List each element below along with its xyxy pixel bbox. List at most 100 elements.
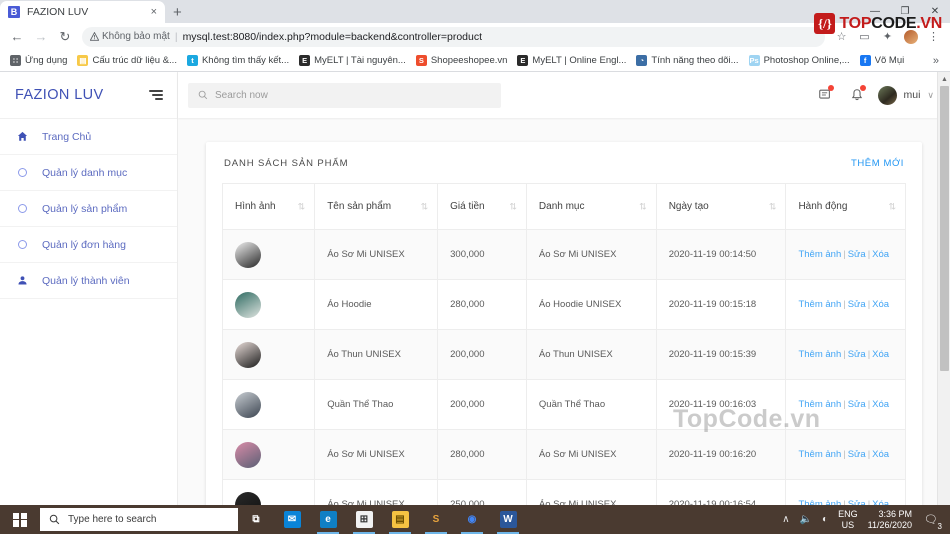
microsoft-store-icon[interactable]: ⊞ xyxy=(346,505,382,534)
bookmark-item[interactable]: ▤ Cấu trúc dữ liệu &... xyxy=(74,55,184,66)
delete-link[interactable]: Xóa xyxy=(872,299,889,310)
close-icon[interactable]: × xyxy=(149,6,159,18)
cell-created-text: 2020-11-19 00:16:03 xyxy=(668,399,757,410)
message-icon[interactable] xyxy=(814,84,836,106)
sidebar-item-2[interactable]: Quản lý sản phẩm xyxy=(0,191,177,227)
bookmark-item[interactable]: t Không tìm thấy kết... xyxy=(184,55,296,66)
delete-link[interactable]: Xóa xyxy=(872,399,889,410)
sidebar-item-label: Quản lý thành viên xyxy=(42,274,130,287)
add-photo-link[interactable]: Thêm ảnh xyxy=(798,349,841,360)
column-header-0[interactable]: Hình ảnh ⇅ xyxy=(221,183,316,230)
add-photo-link[interactable]: Thêm ảnh xyxy=(798,449,841,460)
cell-price: 300,000 xyxy=(437,229,527,280)
search-icon xyxy=(49,514,60,525)
edit-link[interactable]: Sửa xyxy=(848,249,866,260)
page-scrollbar[interactable]: ▲ ▼ xyxy=(937,72,950,515)
sort-toggle-icon[interactable]: ⇅ xyxy=(888,202,895,211)
delete-link[interactable]: Xóa xyxy=(872,249,889,260)
new-tab-button[interactable]: + xyxy=(173,4,182,21)
cell-actions: Thêm ảnh|Sửa|Xóa xyxy=(785,329,906,380)
word-icon-glyph: W xyxy=(499,511,517,528)
bookmark-item[interactable]: f Võ Mụi xyxy=(857,55,912,66)
edit-link[interactable]: Sửa xyxy=(848,449,866,460)
logo-code-text: CODE xyxy=(871,14,917,32)
volume-icon[interactable]: 🔈 xyxy=(800,514,812,525)
sidebar-item-1[interactable]: Quản lý danh mục xyxy=(0,155,177,191)
bookmark-item[interactable]: ◔ Tính năng theo dõi... xyxy=(633,55,745,66)
scroll-up-icon[interactable]: ▲ xyxy=(938,72,950,86)
delete-link[interactable]: Xóa xyxy=(872,449,889,460)
sort-toggle-icon[interactable]: ⇅ xyxy=(769,202,776,211)
column-header-2[interactable]: Giá tiền ⇅ xyxy=(437,183,527,230)
tray-chevron-icon[interactable]: ∧ xyxy=(782,514,789,525)
task-view-icon-glyph: ⧉ xyxy=(247,511,265,528)
product-table: Hình ảnh ⇅ Tên sản phẩm ⇅ Giá tiền ⇅ Danh mục ⇅… xyxy=(221,183,906,515)
edge-icon[interactable]: e xyxy=(310,505,346,534)
hamburger-icon[interactable] xyxy=(149,90,163,100)
cell-name: Áo Sơ Mi UNISEX xyxy=(314,429,439,480)
column-header-5[interactable]: Hành động ⇅ xyxy=(785,183,906,230)
column-header-1[interactable]: Tên sản phẩm ⇅ xyxy=(314,183,439,230)
add-photo-link[interactable]: Thêm ảnh xyxy=(798,299,841,310)
sidebar-item-0[interactable]: Trang Chủ xyxy=(0,119,177,155)
sort-toggle-icon[interactable]: ⇅ xyxy=(298,202,305,211)
add-photo-link[interactable]: Thêm ảnh xyxy=(798,249,841,260)
search-input[interactable]: Search now xyxy=(188,82,501,108)
chrome-icon[interactable]: ◉ xyxy=(454,505,490,534)
add-photo-link[interactable]: Thêm ảnh xyxy=(798,399,841,410)
windows-start-icon[interactable] xyxy=(0,505,40,534)
sort-toggle-icon[interactable]: ⇅ xyxy=(421,202,428,211)
language-line1: ENG xyxy=(838,508,858,519)
system-tray: ∧ 🔈 ◐ ENG US 3:36 PM 11/26/2020 🗨 3 xyxy=(782,509,950,531)
sidebar-item-4[interactable]: Quản lý thành viên xyxy=(0,263,177,299)
chevron-down-icon[interactable]: ∨ xyxy=(927,90,934,101)
clock[interactable]: 3:36 PM 11/26/2020 xyxy=(868,509,912,531)
table-row: Áo Sơ Mi UNISEX 280,000 Áo Sơ Mi UNISEX 202… xyxy=(221,429,906,480)
forward-icon[interactable]: → xyxy=(30,26,52,48)
sort-toggle-icon[interactable]: ⇅ xyxy=(639,202,646,211)
cell-price-text: 200,000 xyxy=(450,399,485,410)
edit-link[interactable]: Sửa xyxy=(848,299,866,310)
add-new-button[interactable]: THÊM MỚI xyxy=(851,158,904,169)
wifi-icon[interactable]: ◐ xyxy=(822,514,828,525)
browser-tab[interactable]: B FAZION LUV × xyxy=(0,1,165,23)
reload-icon[interactable]: ↻ xyxy=(54,26,76,48)
cell-created: 2020-11-19 00:15:39 xyxy=(655,329,787,380)
search-placeholder: Search now xyxy=(215,89,268,101)
message-badge xyxy=(827,85,834,91)
scrollbar-thumb[interactable] xyxy=(940,86,949,371)
task-view-icon[interactable]: ⧉ xyxy=(238,505,274,534)
person-icon xyxy=(16,275,29,286)
sublime-text-icon[interactable]: S xyxy=(418,505,454,534)
bookmarks-overflow-icon[interactable]: » xyxy=(933,55,943,67)
bell-icon[interactable] xyxy=(846,84,868,106)
edit-link[interactable]: Sửa xyxy=(848,399,866,410)
edit-link[interactable]: Sửa xyxy=(848,349,866,360)
bookmark-item[interactable]: ∷ Ứng dụng xyxy=(7,55,74,66)
address-bar[interactable]: Không bảo mật | mysql.test:8080/index.ph… xyxy=(82,26,825,47)
column-header-3[interactable]: Danh mục ⇅ xyxy=(525,183,657,230)
bookmark-item[interactable]: E MyELT | Online Engl... xyxy=(514,55,633,66)
cell-actions: Thêm ảnh|Sửa|Xóa xyxy=(785,379,906,430)
cell-created: 2020-11-19 00:16:20 xyxy=(655,429,787,480)
taskbar-search-input[interactable]: Type here to search xyxy=(40,508,238,531)
column-header-4[interactable]: Ngày tạo ⇅ xyxy=(655,183,787,230)
action-center-icon[interactable]: 🗨 3 xyxy=(922,511,942,531)
mail-icon[interactable]: ✉ xyxy=(274,505,310,534)
language-indicator[interactable]: ENG US xyxy=(838,509,858,531)
cell-name-text: Áo Sơ Mi UNISEX xyxy=(327,449,405,460)
photoshop-icon: Ps xyxy=(748,55,760,66)
bookmark-item[interactable]: S Shopeeshopee.vn xyxy=(413,55,515,66)
word-icon[interactable]: W xyxy=(490,505,526,534)
file-explorer-icon[interactable]: ▤ xyxy=(382,505,418,534)
bookmark-item[interactable]: E MyELT | Tài nguyên... xyxy=(296,55,413,66)
cell-category-text: Áo Thun UNISEX xyxy=(538,349,613,360)
bookmark-item[interactable]: Ps Photoshop Online,... xyxy=(746,55,857,66)
back-icon[interactable]: ← xyxy=(6,26,28,48)
topcode-logo-watermark: {/} TOPCODE.VN xyxy=(814,13,942,34)
sidebar-item-3[interactable]: Quản lý đơn hàng xyxy=(0,227,177,263)
delete-link[interactable]: Xóa xyxy=(872,349,889,360)
cell-price: 280,000 xyxy=(437,429,527,480)
user-menu[interactable]: mui ∨ xyxy=(877,85,934,105)
sort-toggle-icon[interactable]: ⇅ xyxy=(509,202,516,211)
